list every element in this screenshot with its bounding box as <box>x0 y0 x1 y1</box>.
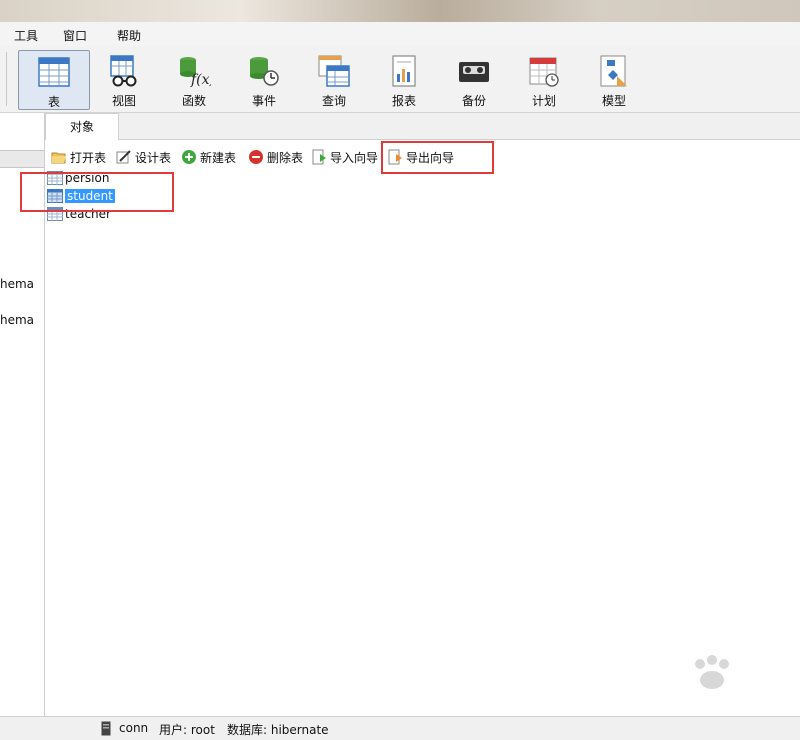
open-table-label: 打开表 <box>70 150 107 165</box>
design-table-button[interactable]: 设计表 <box>116 148 171 166</box>
backup-icon <box>459 62 489 82</box>
new-table-button[interactable]: 新建表 <box>181 148 236 166</box>
menu-help[interactable]: 帮助 <box>117 27 141 44</box>
schedule-icon <box>529 57 559 87</box>
open-table-button[interactable]: 打开表 <box>51 148 106 166</box>
delete-table-label: 删除表 <box>267 150 304 165</box>
toolbar-function-button[interactable]: f(x) 函数 <box>159 50 229 108</box>
tab-bar <box>45 113 800 140</box>
menu-window[interactable]: 窗口 <box>63 27 87 44</box>
folder-open-icon <box>51 152 66 164</box>
window-title-strip <box>0 0 800 22</box>
toolbar-view-label: 视图 <box>111 94 136 108</box>
server-icon <box>101 721 111 736</box>
toolbar-separator <box>6 52 7 106</box>
toolbar-schedule-button[interactable]: 计划 <box>509 50 579 108</box>
import-wizard-label: 导入向导 <box>330 150 379 165</box>
toolbar-report-button[interactable]: 报表 <box>369 50 439 108</box>
design-table-label: 设计表 <box>135 150 172 165</box>
table-icon <box>38 57 70 87</box>
status-connection: conn <box>119 721 149 735</box>
toolbar-view-button[interactable]: 视图 <box>89 50 159 108</box>
event-icon <box>250 57 279 86</box>
view-icon <box>110 55 137 87</box>
toolbar-query-button[interactable]: 查询 <box>299 50 369 108</box>
import-wizard-button[interactable]: 导入向导 <box>311 148 378 166</box>
main-toolbar: 表 视图 f(x) 函数 事件 <box>0 46 800 113</box>
function-icon: f(x) <box>180 57 211 88</box>
delete-table-button[interactable]: 删除表 <box>248 148 303 166</box>
menu-bar: 工具 窗口 帮助 <box>0 22 800 46</box>
toolbar-report-label: 报表 <box>391 94 416 108</box>
query-icon <box>318 55 350 87</box>
toolbar-backup-button[interactable]: 备份 <box>439 50 509 108</box>
design-pencil-icon <box>116 150 131 164</box>
tree-filter-bar[interactable] <box>0 150 44 168</box>
delete-icon <box>249 150 263 164</box>
toolbar-model-button[interactable]: 模型 <box>579 50 649 108</box>
add-icon <box>182 150 196 164</box>
toolbar-backup-label: 备份 <box>461 94 486 108</box>
watermark-logo <box>695 655 729 689</box>
new-table-label: 新建表 <box>200 150 237 165</box>
tree-item-schema-1[interactable]: hema <box>0 277 34 291</box>
toolbar-table-button[interactable]: 表 <box>18 50 90 110</box>
import-icon <box>312 149 326 165</box>
status-user: 用户: root <box>159 723 215 737</box>
toolbar-table-label: 表 <box>47 95 60 109</box>
tree-item-schema-2[interactable]: hema <box>0 313 34 327</box>
tab-objects[interactable]: 对象 <box>45 113 119 140</box>
toolbar-event-button[interactable]: 事件 <box>229 50 299 108</box>
highlight-box-export <box>381 141 494 174</box>
toolbar-query-label: 查询 <box>321 94 346 108</box>
model-icon <box>600 55 627 87</box>
toolbar-schedule-label: 计划 <box>531 94 556 108</box>
toolbar-model-label: 模型 <box>601 94 626 108</box>
svg-text:f(x): f(x) <box>190 72 211 88</box>
status-database: 数据库: hibernate <box>227 723 329 737</box>
toolbar-function-label: 函数 <box>181 94 206 108</box>
highlight-box-student <box>20 172 174 212</box>
toolbar-event-label: 事件 <box>251 94 276 108</box>
table-list: persion student teacher <box>45 170 800 716</box>
menu-tools[interactable]: 工具 <box>14 27 38 44</box>
report-icon <box>392 55 416 87</box>
